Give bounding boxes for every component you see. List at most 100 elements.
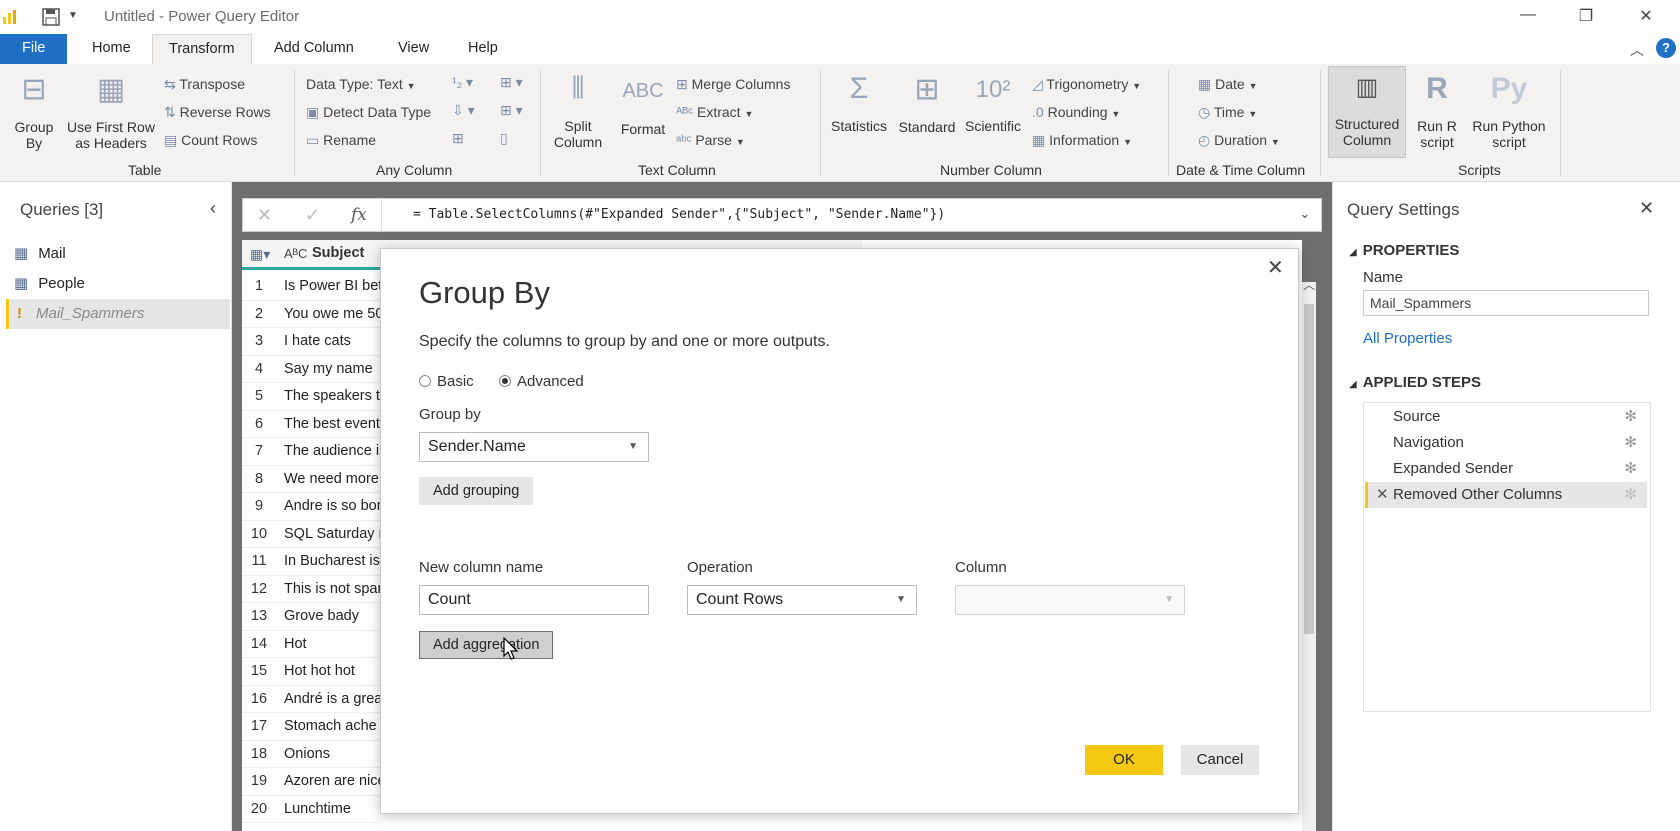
- step-source[interactable]: Source ✻: [1365, 404, 1647, 430]
- text-type-icon[interactable]: AᴮC: [284, 246, 307, 261]
- gear-icon[interactable]: ✻: [1624, 404, 1637, 430]
- run-r-script-button[interactable]: R Run R script: [1412, 72, 1462, 162]
- unpivot-icon[interactable]: ⊞ ▾: [500, 74, 523, 91]
- subject-cell[interactable]: Onions: [278, 741, 380, 769]
- cancel-formula-icon[interactable]: ✕: [257, 205, 272, 226]
- use-first-row-button[interactable]: ▦ Use First Row as Headers: [64, 72, 158, 162]
- rounding-button[interactable]: .0 Rounding ▼: [1032, 104, 1120, 120]
- collapse-ribbon-icon[interactable]: ︿: [1630, 40, 1644, 60]
- extract-button[interactable]: ᴬᴮᶜ Extract ▼: [676, 104, 753, 120]
- confirm-formula-icon[interactable]: ✓: [305, 205, 320, 226]
- scientific-button[interactable]: 10² Scientific: [960, 72, 1026, 162]
- tab-add-column[interactable]: Add Column: [258, 34, 370, 64]
- split-column-button[interactable]: ⫴ Split Column: [548, 72, 608, 162]
- expand-formula-icon[interactable]: ⌄: [1299, 205, 1311, 222]
- query-item-mail[interactable]: ▦ Mail: [14, 239, 232, 269]
- move-icon[interactable]: ⊞ ▾: [500, 102, 523, 119]
- gear-icon[interactable]: ✻: [1624, 482, 1637, 508]
- advanced-radio[interactable]: Advanced: [499, 373, 584, 390]
- standard-button[interactable]: ⊞ Standard: [894, 72, 960, 162]
- rename-button[interactable]: ▭ Rename: [306, 132, 376, 149]
- basic-radio[interactable]: Basic: [419, 373, 474, 390]
- step-navigation[interactable]: Navigation ✻: [1365, 430, 1647, 456]
- transpose-button[interactable]: ⇆ Transpose: [164, 76, 245, 93]
- subject-cell[interactable]: In Bucharest is: [278, 548, 380, 576]
- subject-cell[interactable]: André is a grea: [278, 686, 380, 714]
- gear-icon[interactable]: ✻: [1624, 456, 1637, 482]
- date-button[interactable]: ▦ Date ▼: [1198, 76, 1258, 93]
- delete-step-icon[interactable]: ✕: [1376, 482, 1389, 508]
- subject-cell[interactable]: Is Power BI bet: [278, 273, 380, 301]
- tab-view[interactable]: View: [382, 34, 445, 64]
- save-icon[interactable]: [42, 8, 60, 26]
- fill-icon[interactable]: ⇩ ▾: [452, 102, 475, 119]
- quick-access-dropdown-icon[interactable]: ▼: [68, 10, 78, 21]
- subject-cell[interactable]: SQL Saturday r: [278, 521, 380, 549]
- subject-cell[interactable]: The best event: [278, 411, 380, 439]
- reverse-rows-button[interactable]: ⇅ Reverse Rows: [164, 104, 271, 121]
- subject-cell[interactable]: Grove bady: [278, 603, 380, 631]
- subject-cell[interactable]: I hate cats: [278, 328, 380, 356]
- all-properties-link[interactable]: All Properties: [1363, 330, 1452, 347]
- add-grouping-button[interactable]: Add grouping: [419, 477, 534, 505]
- help-icon[interactable]: ?: [1656, 38, 1676, 58]
- close-dialog-icon[interactable]: ✕: [1267, 255, 1284, 280]
- ok-button[interactable]: OK: [1085, 745, 1163, 775]
- restore-icon[interactable]: ❐: [1574, 6, 1598, 26]
- cancel-button[interactable]: Cancel: [1181, 745, 1259, 775]
- format-button[interactable]: ABC Format: [614, 72, 672, 162]
- subject-cell[interactable]: We need more: [278, 466, 380, 494]
- tab-help[interactable]: Help: [452, 34, 514, 64]
- step-expanded-sender[interactable]: Expanded Sender ✻: [1365, 456, 1647, 482]
- operation-dropdown[interactable]: Count Rows ▼: [687, 585, 917, 615]
- name-input[interactable]: Mail_Spammers: [1363, 290, 1649, 316]
- merge-columns-button[interactable]: ⊞ Merge Columns: [676, 76, 790, 93]
- group-by-button[interactable]: ⊟ Group By: [8, 72, 60, 162]
- convert-to-list-icon[interactable]: ▯: [500, 130, 508, 147]
- parse-button[interactable]: ᵃᵇᶜ Parse ▼: [676, 132, 745, 148]
- time-button[interactable]: ◷ Time ▼: [1198, 104, 1257, 121]
- subject-cell[interactable]: Hot: [278, 631, 380, 659]
- grid-scrollbar[interactable]: ︿: [1302, 278, 1316, 831]
- table-menu-icon[interactable]: ▦▾: [250, 246, 270, 263]
- statistics-button[interactable]: Σ Statistics: [826, 72, 892, 162]
- subject-cell[interactable]: Hot hot hot: [278, 658, 380, 686]
- subject-cell[interactable]: Azoren are nice: [278, 768, 380, 796]
- subject-cell[interactable]: You owe me 50: [278, 301, 380, 329]
- column-dropdown[interactable]: ▼: [955, 585, 1185, 615]
- formula-text[interactable]: = Table.SelectColumns(#"Expanded Sender"…: [413, 207, 945, 222]
- close-settings-icon[interactable]: ✕: [1639, 198, 1654, 219]
- subject-cell[interactable]: Andre is so bor: [278, 493, 380, 521]
- subject-cell[interactable]: The speakers th: [278, 383, 380, 411]
- formula-bar[interactable]: ✕ ✓ fx = Table.SelectColumns(#"Expanded …: [242, 198, 1322, 232]
- tab-file[interactable]: File: [0, 34, 68, 64]
- fx-icon[interactable]: fx: [351, 205, 367, 225]
- detect-data-type-button[interactable]: ▣ Detect Data Type: [306, 104, 431, 121]
- subject-cell[interactable]: This is not span: [278, 576, 380, 604]
- tab-transform[interactable]: Transform: [152, 34, 252, 64]
- step-removed-other-columns[interactable]: ✕ Removed Other Columns ✻: [1365, 482, 1647, 508]
- add-aggregation-button[interactable]: Add aggregation: [419, 631, 554, 659]
- gear-icon[interactable]: ✻: [1624, 430, 1637, 456]
- subject-cell[interactable]: The audience is: [278, 438, 380, 466]
- close-window-icon[interactable]: ✕: [1634, 6, 1658, 26]
- data-type-dropdown[interactable]: Data Type: Text ▼: [306, 76, 416, 92]
- query-item-mail-spammers[interactable]: ! Mail_Spammers: [6, 299, 230, 329]
- replace-values-icon[interactable]: ¹₂ ▾: [452, 74, 473, 91]
- subject-cell[interactable]: Stomach ache: [278, 713, 380, 741]
- pivot-icon[interactable]: ⊞: [452, 130, 464, 147]
- subject-cell[interactable]: Lunchtime: [278, 796, 380, 824]
- query-item-people[interactable]: ▦ People: [14, 269, 232, 299]
- group-by-dropdown[interactable]: Sender.Name ▼: [419, 432, 649, 462]
- column-header-subject[interactable]: Subject: [312, 245, 364, 261]
- trigonometry-button[interactable]: ◿ Trigonometry ▼: [1032, 76, 1141, 93]
- duration-button[interactable]: ◴ Duration ▼: [1198, 132, 1280, 149]
- run-python-script-button[interactable]: Py Run Python script: [1466, 72, 1552, 162]
- scroll-up-icon[interactable]: ︿: [1303, 276, 1315, 293]
- tab-home[interactable]: Home: [76, 34, 147, 64]
- scroll-thumb[interactable]: [1304, 304, 1314, 634]
- information-button[interactable]: ▦ Information ▼: [1032, 132, 1132, 149]
- minimize-icon[interactable]: —: [1516, 6, 1540, 26]
- collapse-queries-icon[interactable]: ‹: [210, 198, 216, 219]
- new-column-name-input[interactable]: Count: [419, 585, 649, 615]
